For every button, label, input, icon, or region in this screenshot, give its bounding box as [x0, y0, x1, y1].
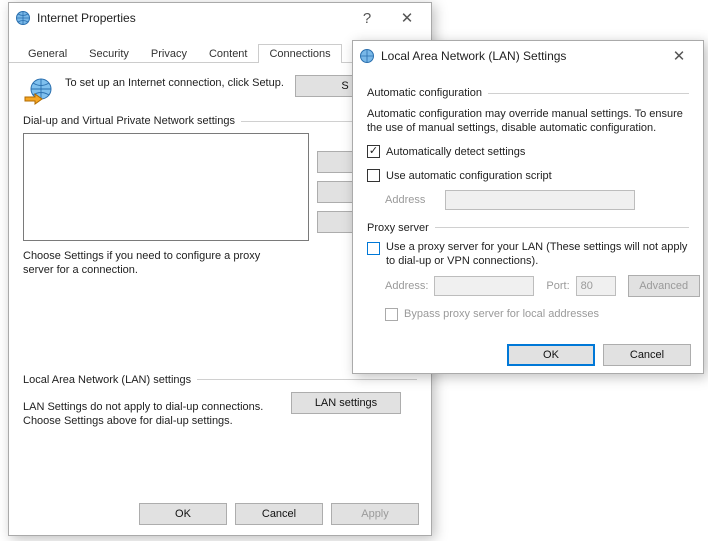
group-auto-config-label: Automatic configuration [367, 87, 482, 99]
lan-settings-icon [359, 48, 375, 64]
tab-general[interactable]: General [17, 44, 78, 63]
dialog-footer: OK Cancel Apply [9, 493, 431, 535]
group-proxy: Proxy server [367, 222, 689, 234]
group-auto-config: Automatic configuration [367, 87, 689, 99]
cancel-button[interactable]: Cancel [235, 503, 323, 525]
lan-settings-button[interactable]: LAN settings [291, 392, 401, 414]
setup-intro-text: To set up an Internet connection, click … [65, 75, 285, 91]
cancel-button[interactable]: Cancel [603, 344, 691, 366]
tab-privacy[interactable]: Privacy [140, 44, 198, 63]
auto-config-help: Automatic configuration may override man… [367, 107, 689, 136]
tab-content[interactable]: Content [198, 44, 259, 63]
auto-script-address-label: Address [385, 194, 439, 206]
proxy-address-input[interactable] [434, 276, 534, 296]
titlebar: Local Area Network (LAN) Settings ✕ [353, 41, 703, 71]
advanced-button[interactable]: Advanced [628, 275, 700, 297]
group-lan-label: Local Area Network (LAN) settings [23, 374, 191, 386]
proxy-address-label: Address: [385, 280, 428, 292]
globe-arrow-icon [23, 75, 55, 107]
ok-button[interactable]: OK [139, 503, 227, 525]
group-proxy-label: Proxy server [367, 222, 429, 234]
auto-script-address-input[interactable] [445, 190, 635, 210]
bypass-local-label: Bypass proxy server for local addresses [404, 308, 599, 320]
close-button[interactable]: ✕ [387, 4, 427, 32]
dialog-footer: OK Cancel [353, 334, 703, 376]
use-proxy-checkbox[interactable] [367, 242, 380, 255]
dialup-listbox[interactable] [23, 133, 309, 241]
apply-button[interactable]: Apply [331, 503, 419, 525]
internet-properties-icon [15, 10, 31, 26]
window-title: Internet Properties [37, 11, 347, 25]
auto-detect-checkbox[interactable] [367, 145, 380, 158]
auto-script-checkbox[interactable] [367, 169, 380, 182]
auto-detect-label: Automatically detect settings [386, 146, 525, 158]
tab-connections[interactable]: Connections [258, 44, 341, 63]
dial-help-text: Choose Settings if you need to configure… [23, 249, 283, 278]
titlebar: Internet Properties ? ✕ [9, 3, 431, 33]
help-button[interactable]: ? [347, 4, 387, 32]
lan-settings-dialog: Local Area Network (LAN) Settings ✕ Auto… [352, 40, 704, 374]
use-proxy-label: Use a proxy server for your LAN (These s… [386, 240, 689, 269]
auto-script-label: Use automatic configuration script [386, 170, 552, 182]
close-button[interactable]: ✕ [659, 42, 699, 70]
lan-help-text: LAN Settings do not apply to dial-up con… [23, 400, 283, 429]
window-title: Local Area Network (LAN) Settings [381, 49, 659, 63]
tab-security[interactable]: Security [78, 44, 140, 63]
group-dialup-label: Dial-up and Virtual Private Network sett… [23, 115, 235, 127]
proxy-port-label: Port: [546, 280, 569, 292]
ok-button[interactable]: OK [507, 344, 595, 366]
bypass-local-checkbox[interactable] [385, 308, 398, 321]
proxy-port-input[interactable] [576, 276, 616, 296]
